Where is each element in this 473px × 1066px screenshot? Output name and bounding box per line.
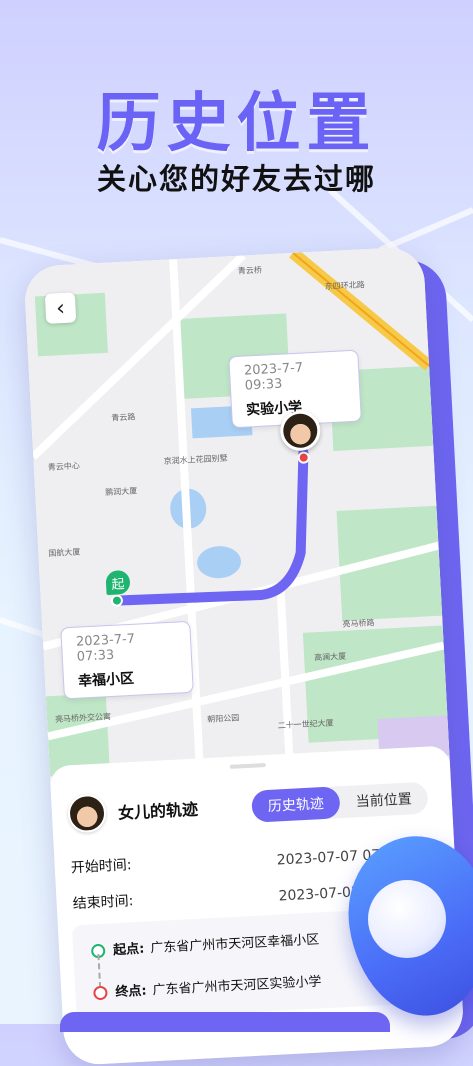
track-owner-name: 女儿的轨迹 <box>117 799 199 823</box>
start-place: 幸福小区 <box>77 670 135 690</box>
location-pin-hole <box>368 880 446 958</box>
route-end-label: 终点: <box>115 983 147 1001</box>
route-start-label: 起点: <box>112 941 145 959</box>
map-label: 朝阳公园 <box>207 713 240 725</box>
map-label: 青云路 <box>111 412 136 423</box>
back-button[interactable]: ‹ <box>44 292 77 324</box>
start-time: 2023-7-7 07:33 <box>75 631 136 665</box>
map-label: 鹏润大厦 <box>105 486 138 498</box>
start-time-label: 开始时间: <box>70 857 132 877</box>
map-label: 青云桥 <box>237 265 263 276</box>
map-label: 国航大厦 <box>48 547 81 559</box>
route-start: 起点: 广东省广州市天河区幸福小区 <box>113 928 320 958</box>
map-label: 青云中心 <box>47 461 81 473</box>
tab-current-location[interactable]: 当前位置 <box>339 782 429 819</box>
page-subtitle: 关心您的好友去过哪 <box>96 162 376 196</box>
route-end-value: 广东省广州市天河区实验小学 <box>152 974 322 999</box>
end-dot-icon <box>93 985 108 1001</box>
end-time-label: 结束时间: <box>72 893 134 913</box>
end-time: 2023-7-7 09:33 <box>243 360 304 394</box>
map-label: 东四环北路 <box>324 280 365 292</box>
tab-history-track[interactable]: 历史轨迹 <box>251 786 341 823</box>
avatar <box>282 412 319 449</box>
user-row: 女儿的轨迹 <box>67 789 199 834</box>
view-toggle: 历史轨迹 当前位置 <box>251 781 429 823</box>
sheet-handle[interactable] <box>229 763 266 769</box>
avatar <box>67 793 107 834</box>
route-connector <box>97 953 102 989</box>
route-end: 终点: 广东省广州市天河区实验小学 <box>115 970 322 1000</box>
route-start-value: 广东省广州市天河区幸福小区 <box>150 932 320 957</box>
bottom-action-bar[interactable] <box>60 1012 390 1032</box>
map-view[interactable]: 青云桥 东四环北路 青云路 青云中心 京润水上花园别墅 鹏润大厦 国航大厦 亮马… <box>23 246 451 787</box>
page-title: 历史位置 <box>96 87 377 161</box>
chevron-left-icon: ‹ <box>55 295 66 321</box>
map-label: 高澜大厦 <box>313 651 347 663</box>
start-point-bubble: 2023-7-7 07:33 幸福小区 <box>60 620 194 700</box>
map-label: 亮马桥路 <box>342 618 375 629</box>
